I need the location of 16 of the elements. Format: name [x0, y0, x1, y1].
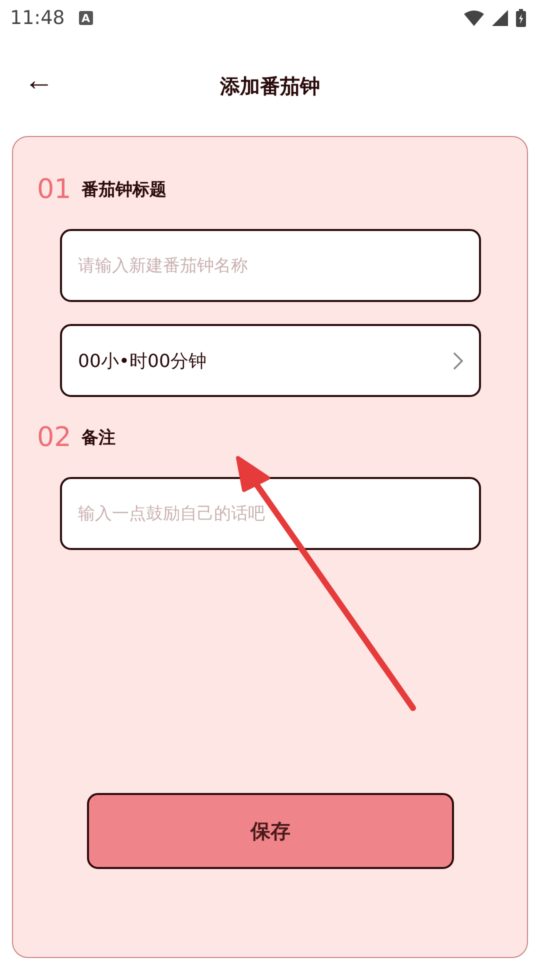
section-number: 02: [37, 422, 72, 452]
battery-icon: [516, 9, 526, 27]
back-button[interactable]: ←: [24, 66, 54, 96]
section-label: 番茄钟标题: [81, 178, 166, 200]
time-picker[interactable]: 00小•时00分钟: [60, 324, 481, 397]
save-button[interactable]: 保存: [87, 793, 454, 869]
status-time: 11:48: [10, 7, 65, 29]
wifi-icon: [464, 10, 484, 26]
text-field[interactable]: 请输入新建番茄钟名称: [60, 229, 481, 302]
chevron-icon: [453, 352, 463, 370]
notification-icon: A: [78, 11, 93, 25]
section-number: 01: [37, 174, 72, 204]
page-title: 添加番茄钟: [220, 72, 320, 100]
section-label: 备注: [81, 426, 116, 448]
signal-icon: [492, 10, 508, 26]
text-field[interactable]: 输入一点鼓励自己的话吧: [60, 477, 481, 550]
